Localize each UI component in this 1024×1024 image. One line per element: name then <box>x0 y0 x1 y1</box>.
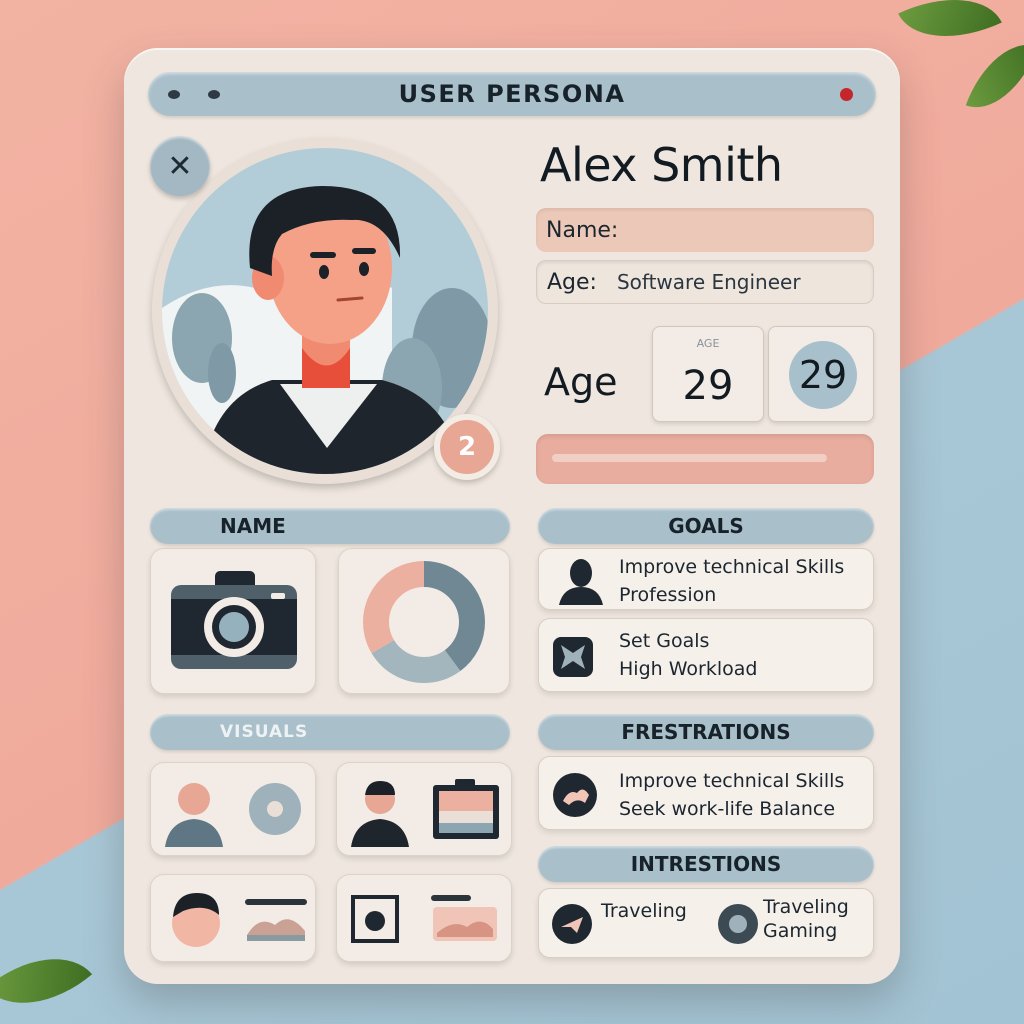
age-tile: 29 <box>768 326 874 422</box>
visual-tile[interactable] <box>150 762 316 856</box>
age-box: AGE 29 <box>652 326 764 422</box>
age-circle-value: 29 <box>789 341 857 409</box>
goal-line: Set Goals <box>619 630 710 652</box>
puzzle-icon <box>553 637 593 677</box>
leaf-decoration <box>965 30 1024 122</box>
occupation-value: Software Engineer <box>616 270 801 294</box>
interest-label: Gaming <box>763 920 838 942</box>
gamepad-icon <box>718 904 758 944</box>
window-dot[interactable] <box>168 90 180 99</box>
person-icon <box>351 781 409 847</box>
record-icon <box>249 783 301 835</box>
donut-chart-tile[interactable] <box>338 548 510 694</box>
section-title: INTRESTIONS <box>630 852 782 876</box>
title-bar: USER PERSONA <box>148 72 876 116</box>
landscape-icon <box>431 895 497 941</box>
avatar-illustration <box>162 148 488 474</box>
age-field-label: Age: <box>547 269 597 295</box>
frustration-line: Seek work-life Balance <box>619 798 836 820</box>
person-icon <box>172 893 220 947</box>
notification-badge: 2 <box>434 414 500 480</box>
goal-item[interactable]: Set Goals High Workload <box>538 618 874 692</box>
goal-line: High Workload <box>619 658 758 680</box>
section-header-goals: GOALS <box>538 508 874 544</box>
persona-name: Alex Smith <box>540 138 783 192</box>
section-header-name: NAME <box>150 508 510 544</box>
goal-line: Improve technical Skills <box>619 556 845 578</box>
camera-tile[interactable] <box>150 548 316 694</box>
photo-icon <box>433 779 499 839</box>
frustration-line: Improve technical Skills <box>619 770 845 792</box>
close-icon: ✕ <box>167 148 193 184</box>
age-value: 29 <box>682 363 734 409</box>
avatar <box>162 148 488 474</box>
page-title: USER PERSONA <box>398 80 626 108</box>
progress-fill <box>552 454 828 462</box>
section-header-visuals: VISUALS <box>150 714 510 750</box>
user-silhouette-icon <box>559 559 603 605</box>
age-field[interactable]: Age: Software Engineer <box>536 260 874 304</box>
goal-item[interactable]: Improve technical Skills Profession <box>538 548 874 610</box>
progress-bar <box>536 434 874 484</box>
camera-icon <box>171 571 297 669</box>
goal-line: Profession <box>619 584 717 606</box>
picture-frame-icon <box>351 895 399 943</box>
section-title: NAME <box>220 514 286 538</box>
persona-card: USER PERSONA ✕ 2 Alex Smith Name: Age: S… <box>124 48 900 984</box>
landscape-icon <box>245 899 307 941</box>
age-box-caption: AGE <box>696 337 720 350</box>
airplane-icon <box>552 904 592 944</box>
close-window-dot[interactable] <box>840 88 853 101</box>
person-icon <box>165 783 223 847</box>
interest-label: Traveling <box>763 896 849 918</box>
name-field-label: Name: <box>546 217 619 243</box>
section-title: FRESTRATIONS <box>621 720 791 744</box>
age-label: Age <box>544 360 618 404</box>
window-dot[interactable] <box>208 90 220 99</box>
donut-chart-icon <box>363 561 485 683</box>
section-title: GOALS <box>668 514 744 538</box>
leaf-decoration <box>898 0 1002 61</box>
section-title: VISUALS <box>220 722 309 742</box>
visual-tile[interactable] <box>336 874 512 962</box>
visual-tile[interactable] <box>336 762 512 856</box>
close-button[interactable]: ✕ <box>150 136 210 196</box>
interests-card[interactable]: Traveling Traveling Gaming <box>538 888 874 958</box>
section-header-frustrations: FRESTRATIONS <box>538 714 874 750</box>
interest-label: Traveling <box>601 900 687 922</box>
visual-tile[interactable] <box>150 874 316 962</box>
section-header-interests: INTRESTIONS <box>538 846 874 882</box>
frustration-item[interactable]: Improve technical Skills Seek work-life … <box>538 756 874 830</box>
leaf-decoration <box>0 929 93 1024</box>
frustration-icon <box>553 773 597 817</box>
name-field[interactable]: Name: <box>536 208 874 252</box>
